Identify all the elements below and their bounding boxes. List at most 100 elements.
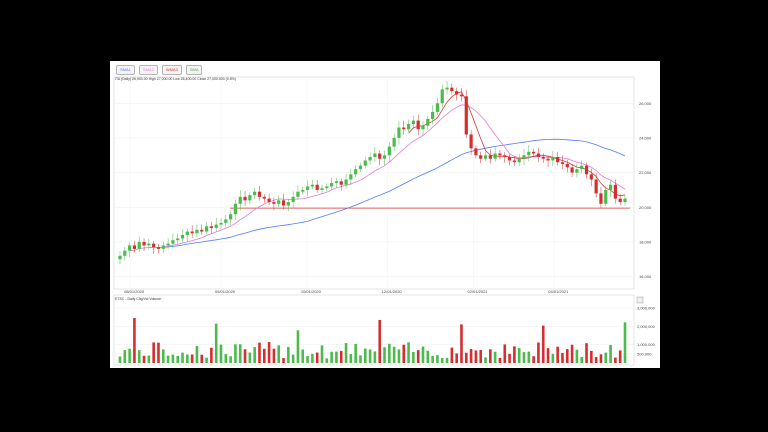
volume-bar	[315, 352, 319, 363]
candle-body	[166, 243, 170, 246]
volume-bar	[388, 343, 391, 363]
volume-bar	[460, 324, 463, 363]
volume-bar	[258, 342, 261, 363]
volume-bar	[479, 350, 483, 363]
candle-body	[132, 245, 137, 249]
candle-body	[257, 191, 262, 197]
candle-body	[613, 184, 617, 199]
candle-body	[262, 196, 266, 199]
volume-bar	[147, 355, 151, 363]
candle-body	[368, 157, 372, 161]
volume-bar	[527, 351, 531, 363]
legend-item-0[interactable]: SMA1	[116, 65, 135, 75]
volume-bar	[445, 357, 449, 363]
x-tick-label: 02/01/2021	[468, 289, 489, 294]
candle-body	[147, 243, 151, 246]
candle-body	[286, 202, 290, 206]
candle-body	[551, 157, 555, 161]
candle-body	[584, 165, 589, 175]
candle-body	[267, 198, 271, 203]
legend-item-2[interactable]: WMA3	[161, 65, 182, 75]
volume-bar	[181, 352, 184, 363]
candle-body	[301, 189, 305, 192]
volume-bar	[513, 346, 516, 363]
volume-bar	[498, 357, 502, 363]
volume-bar	[330, 351, 333, 363]
volume-bar	[176, 355, 180, 363]
volume-tick-label: 3,000,000	[637, 306, 656, 311]
candle-body	[243, 196, 247, 201]
candle-body	[623, 198, 627, 203]
volume-bar	[541, 325, 545, 363]
volume-bar	[474, 350, 478, 363]
volume-bar	[152, 342, 155, 363]
candle-body	[339, 181, 343, 185]
candle-body	[392, 137, 396, 147]
volume-bar	[590, 350, 593, 363]
panel-options-button[interactable]	[636, 296, 644, 304]
volume-bar	[517, 348, 521, 363]
candle-body	[325, 186, 329, 189]
candle-body	[344, 179, 348, 185]
volume-bar	[392, 346, 396, 363]
y-tick-label: 20,000	[639, 205, 652, 210]
volume-bar	[205, 357, 208, 363]
candle-body	[546, 158, 550, 161]
x-tick-label: 10/01/2020	[301, 289, 322, 294]
candle-body	[406, 124, 411, 130]
volume-bar	[546, 348, 550, 363]
candle-body	[498, 153, 502, 156]
volume-bar	[354, 343, 357, 363]
volume-bar	[272, 348, 276, 363]
volume-bar	[253, 347, 256, 363]
candle-body	[382, 155, 387, 159]
volume-bar	[287, 346, 290, 363]
candle-body	[469, 134, 473, 149]
candle-body	[349, 174, 353, 180]
volume-bar	[565, 349, 569, 363]
volume-bar	[450, 347, 454, 363]
volume-bar	[508, 353, 511, 363]
volume-bar	[561, 352, 564, 363]
volume-bar	[311, 353, 314, 363]
volume-bar	[556, 346, 559, 363]
candle-body	[209, 226, 213, 229]
candle-body	[435, 103, 440, 112]
x-tick-label: 08/01/2020	[124, 289, 145, 294]
candle-body	[431, 111, 435, 119]
y-tick-label: 26,000	[639, 101, 652, 106]
volume-bar	[171, 354, 175, 363]
candle-body	[185, 231, 189, 235]
candle-body	[618, 198, 622, 203]
candle-body	[397, 127, 401, 138]
price-chart: 26,000 24,000 22,000 20,000 18,000 16,000 08/…	[113, 76, 656, 366]
volume-bar	[267, 342, 271, 363]
candle-body	[507, 157, 512, 161]
candle-body	[176, 238, 180, 241]
candle-body	[281, 200, 286, 206]
candle-body	[118, 255, 122, 260]
candle-body	[556, 157, 560, 163]
candle-body	[421, 125, 425, 130]
candle-body	[224, 219, 228, 223]
candle-body	[354, 169, 358, 175]
volume-bar	[368, 349, 372, 363]
candle-body	[503, 155, 507, 157]
volume-bar	[416, 350, 420, 363]
volume-bar	[363, 348, 367, 363]
volume-bar	[440, 358, 444, 363]
volume-bar	[133, 318, 136, 363]
candle-body	[315, 184, 319, 190]
candle-body	[512, 160, 516, 163]
legend-item-3[interactable]: SMA	[185, 65, 203, 75]
volume-bar	[383, 347, 386, 363]
volume-bar	[137, 350, 141, 363]
volume-bar	[359, 355, 362, 363]
candle-body	[532, 151, 536, 154]
chart-panel: 26,000 24,000 22,000 20,000 18,000 16,000 08/…	[110, 61, 660, 368]
volume-bar	[407, 342, 410, 363]
candle-body	[190, 231, 194, 234]
candle-body	[200, 229, 204, 232]
legend-item-1[interactable]: SMA2	[138, 65, 158, 75]
volume-bar	[219, 344, 223, 363]
